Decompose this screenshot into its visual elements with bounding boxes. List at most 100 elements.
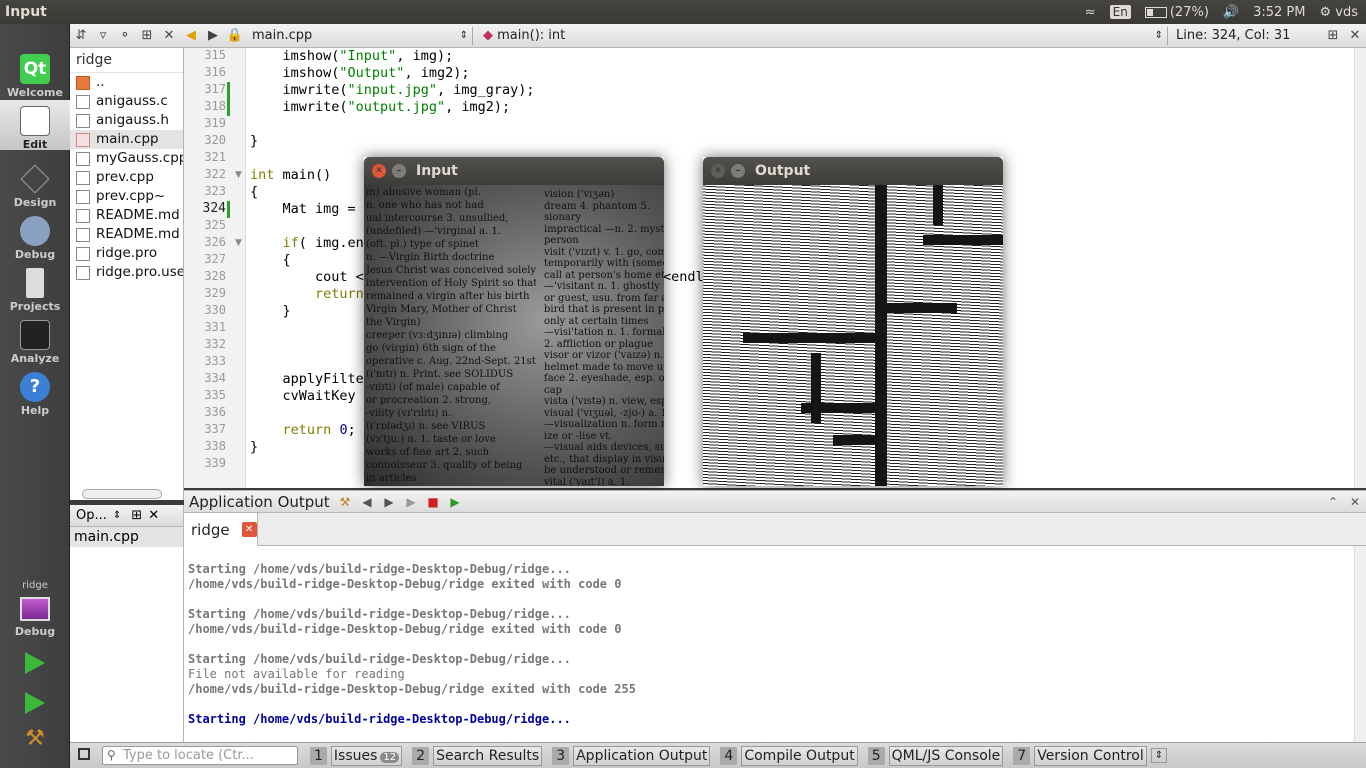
code-line[interactable]: applyFilte <box>250 371 364 387</box>
mode-help[interactable]: ? Help <box>0 366 70 417</box>
split-icon[interactable]: ⊞ <box>1322 28 1344 43</box>
debug-run-button[interactable] <box>22 690 48 716</box>
tab-ridge[interactable]: ridge ✕ <box>184 513 258 546</box>
close-editor-icon[interactable]: ✕ <box>1344 28 1366 43</box>
code-line[interactable]: imshow("Input", img); <box>250 48 454 64</box>
split-icon[interactable]: ⊞ <box>131 508 142 523</box>
code-line[interactable]: } <box>250 439 258 455</box>
filter-icon[interactable]: ▿ <box>92 28 114 43</box>
attach-debugger-icon[interactable]: ▶ <box>444 495 466 509</box>
next-icon[interactable]: ▶ <box>378 495 400 509</box>
file-item[interactable]: ridge.pro.use <box>70 263 183 282</box>
session-menu[interactable]: ⚙ vds <box>1319 5 1358 20</box>
file-item[interactable]: anigauss.c <box>70 92 183 111</box>
mode-design[interactable]: Design <box>0 158 70 209</box>
file-item[interactable]: ridge.pro <box>70 244 183 263</box>
close-panel-icon[interactable]: ✕ <box>1344 495 1366 509</box>
toggle-sidebar-icon[interactable] <box>78 748 90 760</box>
window-titlebar[interactable]: ✕ – Input <box>364 157 664 185</box>
file-item[interactable]: README.md <box>70 206 183 225</box>
split-icon[interactable]: ⊞ <box>136 28 158 43</box>
back-icon[interactable]: ◀ <box>180 28 202 43</box>
previous-icon[interactable]: ◀ <box>356 495 378 509</box>
file-item[interactable]: anigauss.h <box>70 111 183 130</box>
file-item[interactable]: myGauss.cpp <box>70 149 183 168</box>
code-line[interactable]: imwrite("output.jpg", img2); <box>250 99 511 115</box>
wrench-icon[interactable]: ⚒ <box>334 495 356 509</box>
build-button[interactable]: ⚒ <box>22 726 48 752</box>
pane-button-search-results[interactable]: 2 Search Results <box>412 745 543 766</box>
fold-icon[interactable]: ▼ <box>235 238 242 248</box>
mode-debug[interactable]: Debug <box>0 210 70 261</box>
symbol-selector[interactable]: ◆ main(): int ⇕ <box>483 28 1163 43</box>
chevron-updown-icon[interactable]: ⇕ <box>1150 748 1168 763</box>
output-vertical-scrollbar[interactable] <box>1354 546 1366 742</box>
minimize-icon[interactable]: – <box>731 164 745 178</box>
close-sidebar-icon[interactable]: ✕ <box>158 28 180 43</box>
wifi-icon[interactable]: ≈ <box>1085 5 1096 20</box>
code-line[interactable]: } <box>250 133 258 149</box>
maximize-panel-icon[interactable]: ⌃ <box>1322 495 1344 509</box>
stop-icon[interactable]: ■ <box>422 495 444 509</box>
mode-welcome[interactable]: Qt Welcome <box>0 48 70 99</box>
chevron-updown-icon[interactable]: ⇕ <box>113 510 121 521</box>
close-icon[interactable]: ✕ <box>241 522 257 537</box>
pane-button-issues[interactable]: 1 Issues 12 <box>310 745 403 766</box>
horizontal-scrollbar[interactable] <box>82 489 162 499</box>
pane-button-qml-js-console[interactable]: 5 QML/JS Console <box>867 745 1004 766</box>
output-image-window[interactable]: ✕ – Output <box>703 157 1003 486</box>
code-line[interactable]: { <box>250 184 258 200</box>
pane-button-compile-output[interactable]: 4 Compile Output <box>720 745 858 766</box>
forward-icon[interactable]: ▶ <box>202 28 224 43</box>
code-line[interactable]: imshow("Output", img2); <box>250 65 470 81</box>
rerun-icon[interactable]: ▶ <box>400 495 422 509</box>
search-icon: ⚲ <box>107 748 116 762</box>
breadcrumb[interactable]: ridge <box>70 48 183 73</box>
open-document-item[interactable]: main.cpp <box>70 527 183 547</box>
minimize-icon[interactable]: – <box>392 164 406 178</box>
file-selector[interactable]: main.cpp ⇕ <box>252 28 468 43</box>
kit-selector[interactable]: ridge Debug <box>0 580 70 638</box>
close-icon[interactable]: ✕ <box>711 164 725 178</box>
open-documents-header: Op... ⇕ ⊞ ✕ <box>70 505 183 527</box>
code-line[interactable]: { <box>250 252 291 268</box>
sort-icon[interactable]: ⇵ <box>70 28 92 43</box>
code-line[interactable]: return <box>250 286 364 302</box>
line-number: 334 <box>204 371 226 385</box>
window-titlebar[interactable]: ✕ – Output <box>703 157 1003 185</box>
clock[interactable]: 3:52 PM <box>1253 5 1305 20</box>
cursor-position[interactable]: Line: 324, Col: 31 <box>1176 28 1322 43</box>
mode-projects[interactable]: Projects <box>0 262 70 313</box>
file-item[interactable]: prev.cpp~ <box>70 187 183 206</box>
run-button[interactable] <box>22 650 48 676</box>
locator-input[interactable]: ⚲ Type to locate (Ctr... <box>102 746 298 765</box>
application-output-console[interactable]: Starting /home/vds/build-ridge-Desktop-D… <box>184 546 1366 742</box>
editor-vertical-scrollbar[interactable] <box>1354 48 1366 488</box>
pane-button-version-control[interactable]: 7 Version Control <box>1013 745 1147 766</box>
file-item[interactable]: .. <box>70 73 183 92</box>
battery-indicator[interactable]: (27%) <box>1144 5 1209 20</box>
file-item[interactable]: main.cpp <box>70 130 183 149</box>
file-item[interactable]: prev.cpp <box>70 168 183 187</box>
mode-analyze[interactable]: Analyze <box>0 314 70 365</box>
code-line[interactable]: cvWaitKey <box>250 388 356 404</box>
panel-title[interactable]: Op... <box>76 508 107 523</box>
code-line[interactable]: imwrite("input.jpg", img_gray); <box>250 82 535 98</box>
code-line[interactable]: Mat img = <box>250 201 356 217</box>
sync-icon[interactable]: ⚬ <box>114 28 136 43</box>
code-line[interactable]: if( img.en <box>250 235 364 251</box>
code-line[interactable]: cout < <box>250 269 364 285</box>
input-image-window[interactable]: ✕ – Input ɪn) abusive woman (pl. n. one w… <box>364 157 664 486</box>
mode-edit[interactable]: Edit <box>0 100 70 151</box>
pane-button-application-output[interactable]: 3 Application Output <box>552 745 711 766</box>
close-icon[interactable]: ✕ <box>372 164 386 178</box>
fold-icon[interactable]: ▼ <box>235 170 242 180</box>
battery-icon <box>1144 6 1167 18</box>
code-line[interactable]: int main() <box>250 167 331 183</box>
volume-icon[interactable]: 🔊 <box>1223 5 1239 20</box>
close-icon[interactable]: ✕ <box>148 508 159 523</box>
code-line[interactable]: return 0; <box>250 422 356 438</box>
code-line[interactable]: } <box>250 303 291 319</box>
file-item[interactable]: README.md <box>70 225 183 244</box>
keyboard-layout-indicator[interactable]: En <box>1109 5 1131 19</box>
